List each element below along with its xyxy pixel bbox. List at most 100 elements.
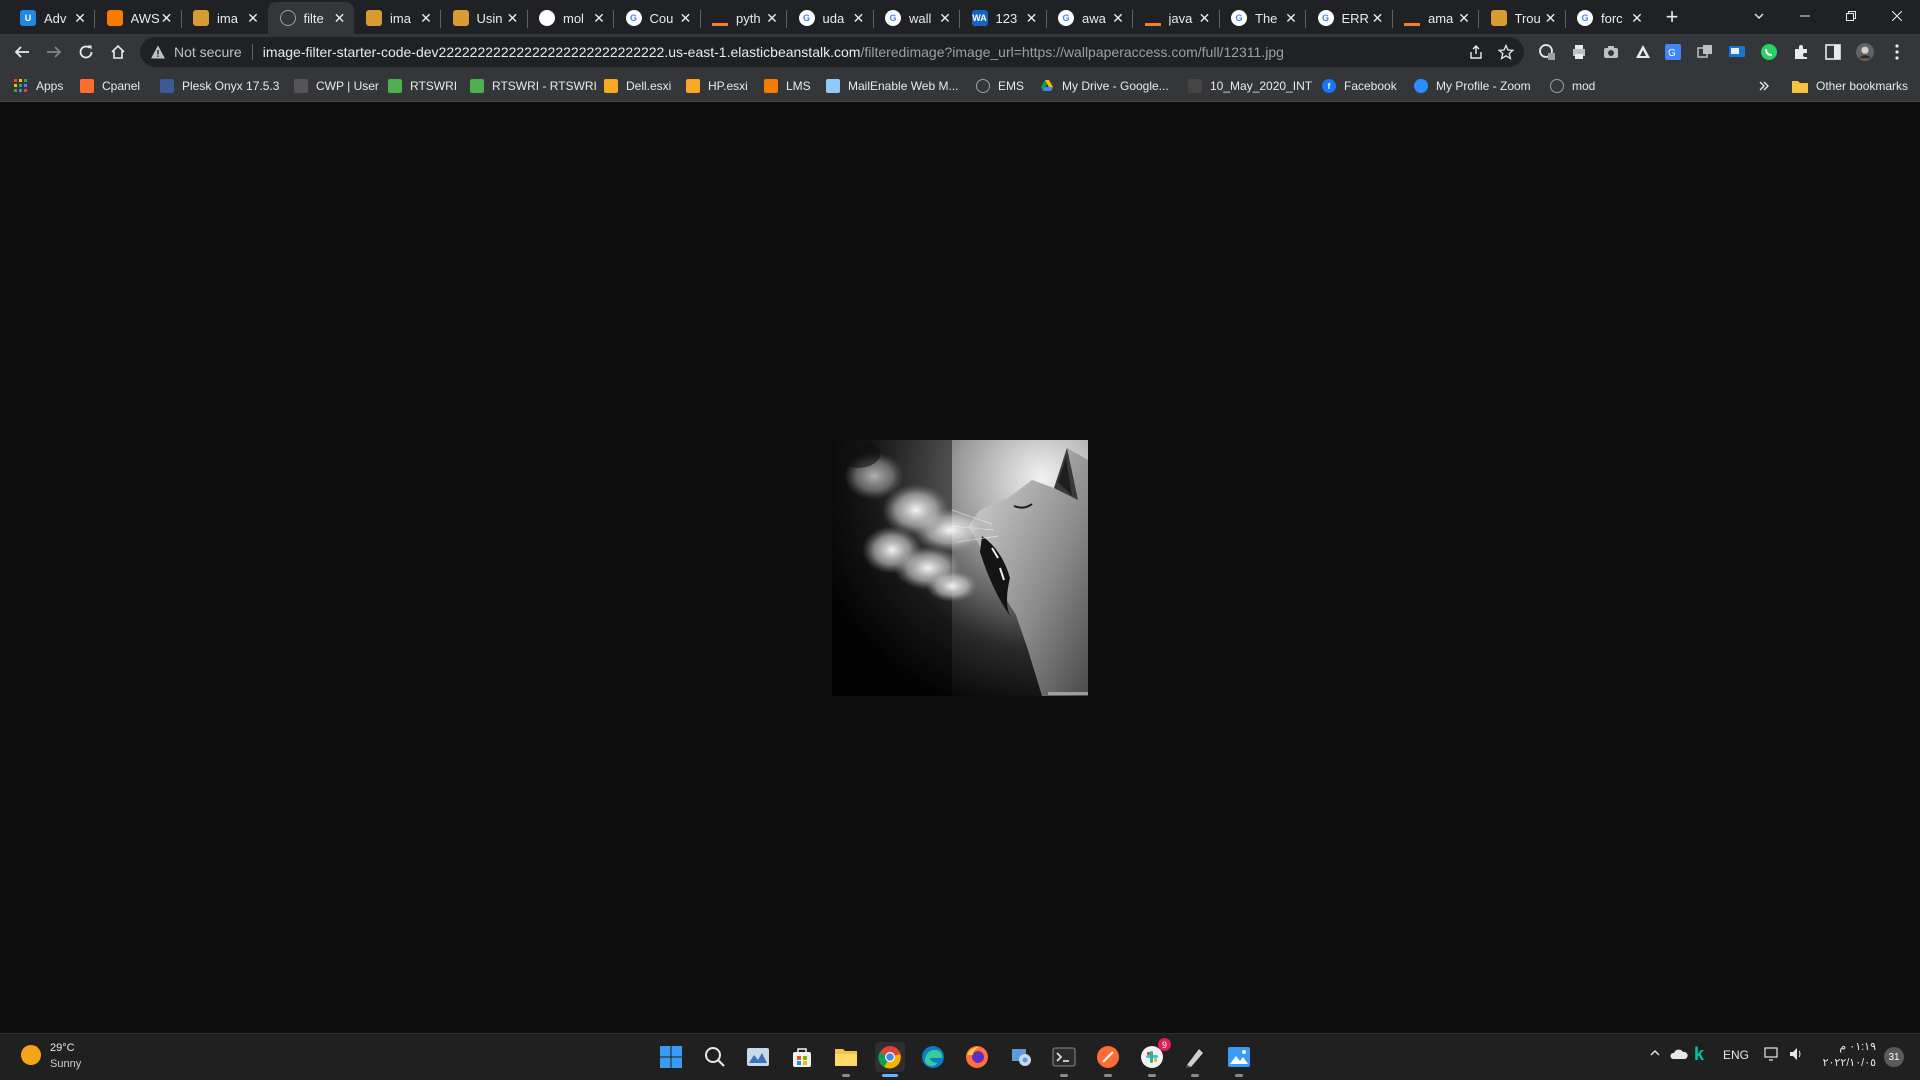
file-explorer-app[interactable] bbox=[831, 1042, 861, 1077]
extensions-puzzle-icon[interactable] bbox=[1792, 43, 1810, 61]
tab[interactable]: G Cou ✕ bbox=[614, 2, 700, 34]
extension-triangle-icon[interactable] bbox=[1634, 43, 1652, 61]
forward-button[interactable] bbox=[40, 38, 68, 66]
bookmark-item[interactable]: f Facebook bbox=[1322, 77, 1397, 95]
extension-printer-icon[interactable] bbox=[1570, 43, 1588, 61]
tab[interactable]: ima ✕ bbox=[181, 2, 267, 34]
close-icon[interactable]: ✕ bbox=[764, 10, 780, 26]
bookmark-item[interactable]: LMS bbox=[764, 77, 811, 95]
pen-app[interactable] bbox=[1180, 1042, 1210, 1077]
close-icon[interactable]: ✕ bbox=[505, 10, 521, 26]
tab[interactable]: Usin ✕ bbox=[441, 2, 527, 34]
bookmark-item[interactable]: RTSWRI bbox=[388, 77, 457, 95]
other-bookmarks[interactable]: Other bookmarks bbox=[1792, 77, 1908, 95]
tab[interactable]: Guda ✕ bbox=[787, 2, 873, 34]
url-path[interactable]: /filteredimage?image_url=https://wallpap… bbox=[860, 44, 1283, 60]
bookmark-item[interactable]: Dell.esxi bbox=[604, 77, 671, 95]
bookmark-item[interactable]: My Profile - Zoom bbox=[1414, 77, 1531, 95]
terminal-app[interactable] bbox=[1049, 1042, 1079, 1077]
bookmark-item[interactable]: Plesk Onyx 17.5.3 bbox=[160, 77, 279, 95]
close-icon[interactable]: ✕ bbox=[245, 10, 261, 26]
bookmark-item[interactable]: mod bbox=[1550, 77, 1595, 95]
edge-app[interactable] bbox=[918, 1042, 948, 1072]
url-host[interactable]: image-filter-starter-code-dev22222222222… bbox=[263, 44, 861, 60]
extension-screen-icon[interactable] bbox=[1728, 43, 1746, 61]
control-panel-app[interactable] bbox=[1006, 1042, 1036, 1072]
close-icon[interactable]: ✕ bbox=[332, 10, 348, 26]
bookmark-item[interactable]: EMS bbox=[976, 77, 1024, 95]
tab[interactable]: pyth ✕ bbox=[700, 2, 786, 34]
minimize-button[interactable] bbox=[1782, 0, 1828, 32]
extension-translate-icon[interactable]: G bbox=[1664, 43, 1682, 61]
store-app[interactable] bbox=[787, 1042, 817, 1072]
bookmarks-overflow-button[interactable] bbox=[1758, 77, 1770, 95]
clock-time[interactable]: ٠١:١٩ م bbox=[1826, 1040, 1876, 1053]
back-button[interactable] bbox=[8, 38, 36, 66]
close-icon[interactable]: ✕ bbox=[418, 10, 434, 26]
slack-app[interactable]: 9 bbox=[1137, 1038, 1171, 1077]
restore-button[interactable] bbox=[1828, 0, 1874, 32]
address-bar[interactable]: Not secure image-filter-starter-code-dev… bbox=[140, 37, 1524, 67]
bookmark-item[interactable]: Cpanel bbox=[80, 77, 140, 95]
tab[interactable]: ima ✕ bbox=[354, 2, 440, 34]
bookmark-item[interactable]: HP.esxi bbox=[686, 77, 748, 95]
bookmark-item[interactable]: My Drive - Google... bbox=[1040, 77, 1169, 95]
close-icon[interactable]: ✕ bbox=[678, 10, 694, 26]
close-icon[interactable]: ✕ bbox=[1110, 10, 1126, 26]
close-icon[interactable]: ✕ bbox=[159, 10, 175, 26]
profile-avatar[interactable] bbox=[1856, 43, 1874, 61]
extension-search-icon[interactable] bbox=[1538, 43, 1556, 61]
close-icon[interactable]: ✕ bbox=[1629, 10, 1645, 26]
close-icon[interactable]: ✕ bbox=[1283, 10, 1299, 26]
bookmark-item[interactable]: CWP | User bbox=[294, 77, 379, 95]
share-icon[interactable] bbox=[1468, 44, 1484, 60]
tab[interactable]: filte ✕ bbox=[267, 2, 354, 34]
language-indicator[interactable]: ENG bbox=[1723, 1048, 1749, 1062]
photos-app[interactable] bbox=[1224, 1042, 1254, 1077]
whatsapp-icon[interactable] bbox=[1760, 43, 1778, 61]
bookmark-item[interactable]: MailEnable Web M... bbox=[826, 77, 959, 95]
tab[interactable]: java ✕ bbox=[1133, 2, 1219, 34]
star-icon[interactable] bbox=[1498, 44, 1514, 60]
search-button[interactable] bbox=[700, 1042, 730, 1072]
tab[interactable]: G The ✕ bbox=[1219, 2, 1305, 34]
firefox-app[interactable] bbox=[962, 1042, 992, 1072]
close-icon[interactable]: ✕ bbox=[851, 10, 867, 26]
security-status[interactable]: Not secure bbox=[174, 44, 242, 60]
k-app-icon[interactable]: k bbox=[1694, 1044, 1704, 1065]
tab-search-button[interactable] bbox=[1736, 0, 1782, 32]
postman-app[interactable] bbox=[1093, 1042, 1123, 1077]
warning-icon[interactable] bbox=[150, 44, 166, 60]
close-icon[interactable]: ✕ bbox=[1370, 10, 1386, 26]
speaker-icon[interactable] bbox=[1788, 1046, 1804, 1065]
close-window-button[interactable] bbox=[1874, 0, 1920, 32]
home-button[interactable] bbox=[104, 38, 132, 66]
close-icon[interactable]: ✕ bbox=[1543, 10, 1559, 26]
new-tab-button[interactable]: + bbox=[1660, 6, 1684, 30]
tab[interactable]: Gawa ✕ bbox=[1046, 2, 1132, 34]
tab[interactable]: mol ✕ bbox=[527, 2, 613, 34]
tray-chevron-up-icon[interactable] bbox=[1648, 1046, 1662, 1063]
close-icon[interactable]: ✕ bbox=[1197, 10, 1213, 26]
network-icon[interactable] bbox=[1764, 1046, 1780, 1065]
chrome-app[interactable] bbox=[875, 1042, 905, 1077]
close-icon[interactable]: ✕ bbox=[1456, 10, 1472, 26]
widgets-button[interactable] bbox=[743, 1042, 773, 1072]
clock-date[interactable]: ٢٠٢٢/١٠/٠٥ bbox=[1820, 1056, 1876, 1069]
tab[interactable]: G ERR ✕ bbox=[1306, 2, 1392, 34]
close-icon[interactable]: ✕ bbox=[72, 10, 88, 26]
tab[interactable]: Trou ✕ bbox=[1479, 2, 1565, 34]
more-menu-icon[interactable] bbox=[1888, 43, 1906, 61]
bookmark-item[interactable]: RTSWRI - RTSWRI bbox=[470, 77, 597, 95]
tab[interactable]: Gwall ✕ bbox=[873, 2, 959, 34]
onedrive-icon[interactable] bbox=[1670, 1048, 1688, 1063]
reload-button[interactable] bbox=[72, 38, 100, 66]
bookmark-item[interactable]: Apps bbox=[14, 77, 63, 95]
close-icon[interactable]: ✕ bbox=[1024, 10, 1040, 26]
tab[interactable]: ama ✕ bbox=[1392, 2, 1478, 34]
tab[interactable]: AWS ✕ bbox=[95, 2, 181, 34]
side-panel-icon[interactable] bbox=[1824, 43, 1842, 61]
bookmark-item[interactable]: 10_May_2020_INT bbox=[1188, 77, 1312, 95]
notification-badge[interactable]: 31 bbox=[1884, 1047, 1904, 1067]
weather-condition[interactable]: Sunny bbox=[50, 1058, 81, 1070]
